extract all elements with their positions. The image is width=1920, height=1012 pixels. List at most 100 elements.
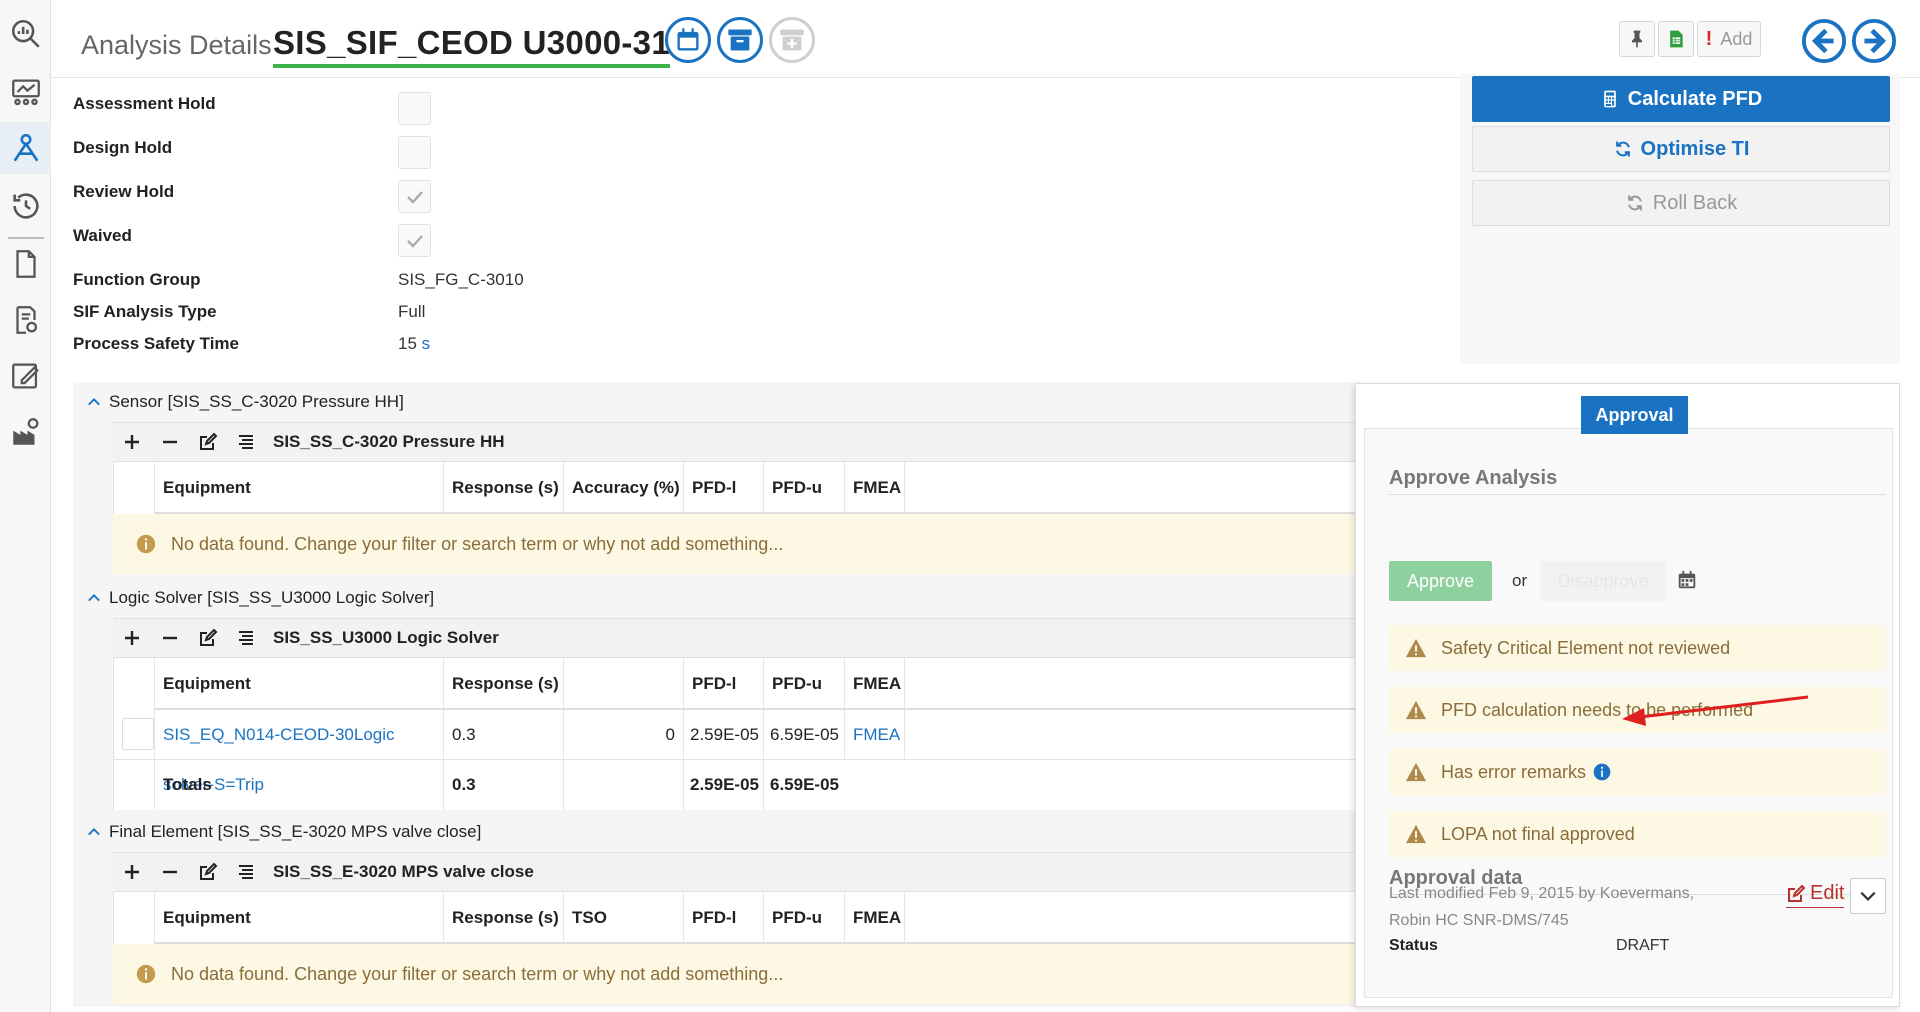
column-header[interactable]: FMEA xyxy=(844,658,904,710)
export-sheet-button[interactable] xyxy=(1658,21,1694,57)
history-icon xyxy=(12,193,39,219)
column-header[interactable]: Equipment xyxy=(154,892,443,944)
design-hold-checkbox[interactable] xyxy=(398,136,431,169)
final-toolbar: SIS_SS_E-3020 MPS valve close xyxy=(113,852,1360,892)
archive-button[interactable] xyxy=(717,17,763,63)
column-header[interactable]: Accuracy (%) xyxy=(563,462,683,514)
final-empty-message: No data found. Change your filter or sea… xyxy=(113,944,1360,1004)
column-header[interactable]: PFD-l xyxy=(683,892,763,944)
edit-button[interactable]: Edit xyxy=(1786,882,1845,908)
assessment-hold-checkbox[interactable] xyxy=(398,92,431,125)
column-header[interactable]: Response (s) xyxy=(443,892,563,944)
final-remove-button[interactable] xyxy=(151,852,189,892)
plus-icon xyxy=(125,865,139,879)
left-nav-rail xyxy=(0,0,51,1012)
info-icon[interactable] xyxy=(1592,762,1612,782)
optimise-ti-button[interactable]: Optimise TI xyxy=(1472,126,1890,172)
pin-icon xyxy=(1632,30,1642,48)
pin-button[interactable] xyxy=(1619,21,1655,57)
info-icon xyxy=(136,534,156,554)
logic-section-title: Logic Solver [SIS_SS_U3000 Logic Solver] xyxy=(109,588,435,607)
expand-dropdown-button[interactable] xyxy=(1850,878,1886,914)
final-edit-button[interactable] xyxy=(189,852,227,892)
column-header[interactable]: TSO xyxy=(563,892,683,944)
optimise-ti-label: Optimise TI xyxy=(1640,137,1750,160)
app-root: Analysis Details SIS_SIF_CEOD U3000-31 !… xyxy=(0,0,1920,1012)
disapprove-button[interactable]: Disapprove xyxy=(1540,561,1666,601)
info-icon xyxy=(136,964,156,984)
column-header[interactable]: Response (s) xyxy=(443,658,563,710)
rail-analysis[interactable] xyxy=(0,122,51,174)
logic-list-button[interactable] xyxy=(227,618,265,658)
row-select-checkbox[interactable] xyxy=(122,718,154,750)
warning-item: LOPA not final approved xyxy=(1389,811,1886,857)
rail-documents[interactable] xyxy=(0,238,51,290)
fmea-link[interactable]: FMEA xyxy=(844,710,904,760)
review-hold-label: Review Hold xyxy=(73,182,175,201)
previous-arrow-icon[interactable] xyxy=(1801,18,1847,64)
logic-section-toggle[interactable]: Logic Solver [SIS_SS_U3000 Logic Solver] xyxy=(87,588,434,608)
sensor-section-toggle[interactable]: Sensor [SIS_SS_C-3020 Pressure HH] xyxy=(87,392,404,412)
column-header[interactable]: Response (s) xyxy=(443,462,563,514)
chevron-up-icon xyxy=(88,398,100,406)
warning-icon xyxy=(1405,700,1427,720)
sensor-add-button[interactable] xyxy=(113,422,151,462)
rail-reports[interactable] xyxy=(0,294,51,346)
status-label: Status xyxy=(1389,937,1438,954)
review-hold-checkbox[interactable] xyxy=(398,180,431,213)
column-header[interactable]: PFD-l xyxy=(683,658,763,710)
logic-remove-button[interactable] xyxy=(151,618,189,658)
column-header[interactable]: Equipment xyxy=(154,658,443,710)
calculate-pfd-label: Calculate PFD xyxy=(1627,87,1763,110)
waived-checkbox[interactable] xyxy=(398,224,431,257)
rail-analytics[interactable] xyxy=(0,8,51,60)
column-header[interactable]: FMEA xyxy=(844,462,904,514)
approval-panel: Approve Analysis Approve or Disapprove S… xyxy=(1355,383,1900,1007)
rail-dashboard[interactable] xyxy=(0,66,51,118)
logic-edit-button[interactable] xyxy=(189,618,227,658)
exclamation-icon: ! xyxy=(1705,27,1713,50)
calendar-icon[interactable] xyxy=(1676,569,1698,591)
column-header[interactable]: PFD-l xyxy=(683,462,763,514)
column-header[interactable]: PFD-u xyxy=(763,892,844,944)
equipment-link[interactable]: SIS_EQ_N014-CEOD-30Logic solver-S=Trip xyxy=(154,710,443,794)
process-safety-time-label: Process Safety Time xyxy=(73,334,239,353)
process-safety-time-unit: s xyxy=(421,334,431,353)
next-arrow-icon[interactable] xyxy=(1851,18,1897,64)
column-header[interactable]: PFD-u xyxy=(763,462,844,514)
sensor-list-button[interactable] xyxy=(227,422,265,462)
add-archive-button[interactable] xyxy=(769,17,815,63)
rail-history[interactable] xyxy=(0,180,51,232)
add-remark-button[interactable]: ! Add xyxy=(1697,21,1761,57)
empty-cell xyxy=(904,710,1361,760)
roll-back-button[interactable]: Roll Back xyxy=(1472,180,1890,226)
calendar-button[interactable] xyxy=(665,17,711,63)
list-icon xyxy=(239,435,253,449)
column-header[interactable]: PFD-u xyxy=(763,658,844,710)
chevron-up-icon xyxy=(88,828,100,836)
sensor-edit-button[interactable] xyxy=(189,422,227,462)
column-header[interactable]: FMEA xyxy=(844,892,904,944)
approve-button[interactable]: Approve xyxy=(1389,561,1492,601)
column-header[interactable]: Equipment xyxy=(154,462,443,514)
table-row[interactable]: SIS_EQ_N014-CEOD-30Logic solver-S=Trip 0… xyxy=(114,710,1361,794)
rail-settings[interactable] xyxy=(0,406,51,458)
final-section-toggle[interactable]: Final Element [SIS_SS_E-3020 MPS valve c… xyxy=(87,822,481,842)
search-chart-icon xyxy=(11,19,40,48)
final-add-button[interactable] xyxy=(113,852,151,892)
rail-edit[interactable] xyxy=(0,350,51,402)
warning-item: PFD calculation needs to be performed xyxy=(1389,687,1886,733)
sensor-remove-button[interactable] xyxy=(151,422,189,462)
action-panel: Calculate PFD Optimise TI Roll Back xyxy=(1460,74,1900,364)
logic-add-button[interactable] xyxy=(113,618,151,658)
approval-tab[interactable]: Approval xyxy=(1581,396,1688,434)
calculate-pfd-button[interactable]: Calculate PFD xyxy=(1472,76,1890,122)
pfd-l-cell: 2.59E-05 xyxy=(683,710,763,760)
warning-icon xyxy=(1405,824,1427,844)
status-value: DRAFT xyxy=(1616,937,1670,954)
list-icon xyxy=(239,631,253,645)
archive-icon xyxy=(728,29,752,51)
edit-icon xyxy=(200,862,218,880)
final-list-button[interactable] xyxy=(227,852,265,892)
spreadsheet-icon xyxy=(1670,30,1683,48)
